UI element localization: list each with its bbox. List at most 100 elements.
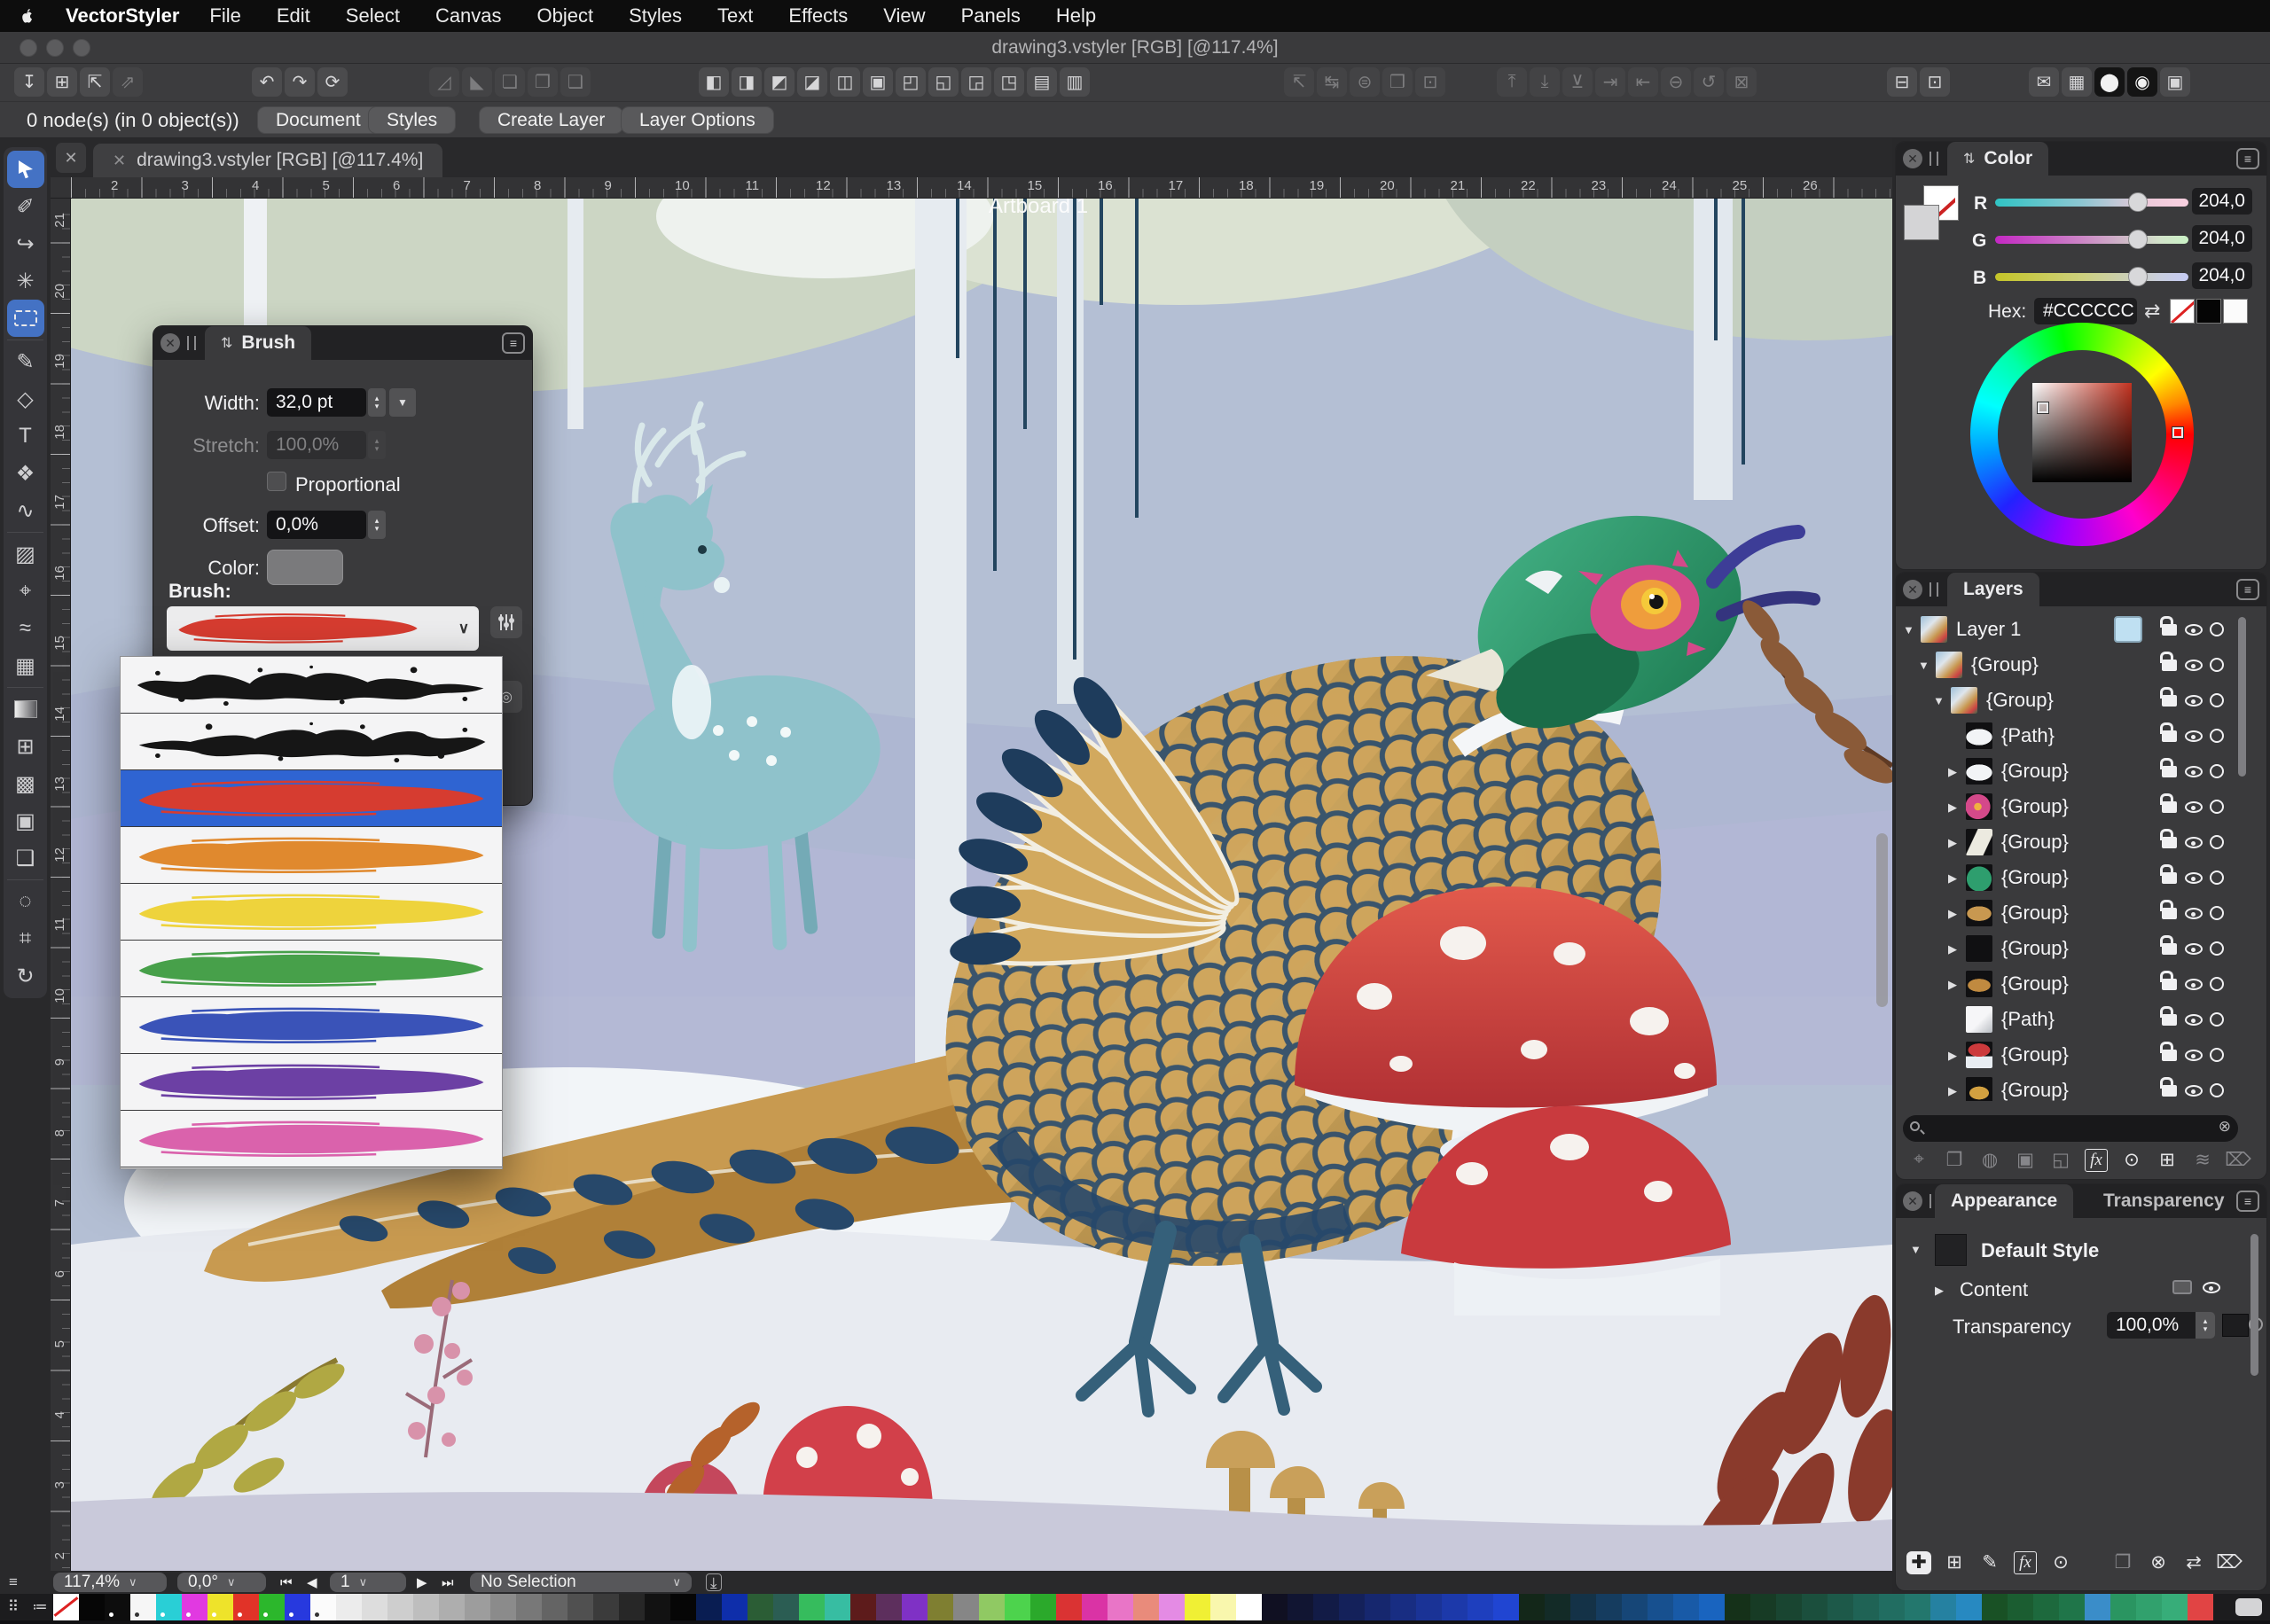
swatch-#da3333[interactable] bbox=[1056, 1594, 1082, 1620]
disclosure-closed-icon[interactable]: ▶ bbox=[1935, 1284, 1944, 1298]
panel-drag-handle[interactable] bbox=[187, 336, 196, 350]
no-color-swatch[interactable] bbox=[2171, 300, 2194, 323]
swatch-#2a9561[interactable] bbox=[2110, 1594, 2136, 1620]
vertical-ruler[interactable]: 21201918171615141312111098765432 bbox=[51, 199, 71, 1571]
menu-file[interactable]: File bbox=[209, 4, 240, 27]
default-style-swatch[interactable] bbox=[1935, 1234, 1967, 1266]
mesh-brush-tool[interactable]: ▨ bbox=[7, 535, 44, 573]
channel-g-value[interactable]: 204,0 bbox=[2192, 225, 2252, 252]
style-delete-icon[interactable]: ⌦ bbox=[2211, 1551, 2247, 1573]
horizontal-ruler[interactable]: 2345678910111213141516171819202122232425… bbox=[51, 177, 1892, 199]
width-dropdown[interactable]: ▼ bbox=[389, 388, 416, 417]
menu-effects[interactable]: Effects bbox=[788, 4, 848, 27]
pin-tool[interactable]: ⌖ bbox=[7, 573, 44, 610]
brush-panel-tab[interactable]: ⇅ Brush bbox=[205, 326, 311, 360]
panel-drag-handle[interactable] bbox=[1930, 152, 1938, 166]
swatch-#da33a5[interactable] bbox=[1082, 1594, 1108, 1620]
swatch-#868686[interactable] bbox=[953, 1594, 979, 1620]
channel-r-slider[interactable] bbox=[1995, 199, 2188, 207]
target-circle-icon[interactable] bbox=[2210, 1048, 2224, 1062]
pixel-preview-button[interactable]: ▦ bbox=[2062, 67, 2092, 97]
width-input[interactable]: 32,0 pt bbox=[267, 388, 366, 417]
style-swap-icon[interactable]: ⇄ bbox=[2176, 1551, 2211, 1573]
layers-scrollbar[interactable] bbox=[2238, 617, 2246, 777]
channel-b-slider[interactable] bbox=[1995, 273, 2188, 281]
eye-icon[interactable] bbox=[2185, 1014, 2203, 1026]
swatch-#f6f6f6[interactable] bbox=[130, 1594, 156, 1620]
swatch-#216d61[interactable] bbox=[1879, 1594, 1905, 1620]
swatch-#37ad79[interactable] bbox=[2162, 1594, 2188, 1620]
curve-tool[interactable]: ↪ bbox=[7, 225, 44, 262]
zoom-level-dropdown[interactable]: 117,4%∨ bbox=[53, 1573, 167, 1592]
lock-icon[interactable] bbox=[2162, 766, 2177, 777]
swatch-#143247[interactable] bbox=[1570, 1594, 1596, 1620]
swatch-#101022[interactable] bbox=[1262, 1594, 1288, 1620]
swatch-#132719[interactable] bbox=[1519, 1594, 1545, 1620]
mesh-tool[interactable]: ⊞ bbox=[7, 728, 44, 765]
swatch-#f9f7ad[interactable] bbox=[1210, 1594, 1236, 1620]
lock-icon[interactable] bbox=[2162, 801, 2177, 813]
swatch-#164677[interactable] bbox=[1622, 1594, 1648, 1620]
layer-snapshot-icon[interactable]: ⊙ bbox=[2114, 1149, 2149, 1172]
proportional-checkbox[interactable] bbox=[267, 472, 286, 491]
swatch-#787878[interactable] bbox=[516, 1594, 542, 1620]
brush-item-black-splatter-1[interactable] bbox=[121, 657, 502, 714]
target-circle-icon[interactable] bbox=[2210, 764, 2224, 778]
eye-icon[interactable] bbox=[2185, 730, 2203, 742]
transparency-value-input[interactable]: 100,0% bbox=[2107, 1312, 2196, 1339]
redo-button[interactable]: ↷ bbox=[285, 67, 315, 97]
saturation-value-square[interactable] bbox=[2032, 383, 2132, 482]
swatch-#2ba92b[interactable] bbox=[1030, 1594, 1056, 1620]
swatch-#37bda2[interactable] bbox=[825, 1594, 850, 1620]
close-panel-icon[interactable]: ✕ bbox=[160, 333, 180, 353]
swatch-#e975c7[interactable] bbox=[1108, 1594, 1133, 1620]
swatch-#1b4f3d[interactable] bbox=[1802, 1594, 1828, 1620]
swatch-#7f31c5[interactable] bbox=[902, 1594, 928, 1620]
next-page-button[interactable]: ▶ bbox=[417, 1573, 427, 1592]
shape-builder-tool[interactable]: ❖ bbox=[7, 455, 44, 492]
tab-close-all-button[interactable]: ✕ bbox=[56, 143, 86, 173]
lasso-tool[interactable]: ≈ bbox=[7, 610, 44, 647]
eye-icon[interactable] bbox=[2203, 1282, 2220, 1293]
bool-crop-button[interactable]: ◱ bbox=[928, 67, 959, 97]
export-document-button[interactable]: ⇱ bbox=[80, 67, 110, 97]
comment-icon[interactable] bbox=[2227, 1594, 2270, 1620]
menu-object[interactable]: Object bbox=[537, 4, 594, 27]
lock-icon[interactable] bbox=[2162, 1014, 2177, 1026]
lock-icon[interactable] bbox=[2162, 1050, 2177, 1061]
pen-tool[interactable]: ✎ bbox=[7, 343, 44, 380]
warp-tool[interactable]: ∿ bbox=[7, 492, 44, 529]
toggle-right-panels-button[interactable]: ⊡ bbox=[1920, 67, 1950, 97]
target-circle-icon[interactable] bbox=[2210, 835, 2224, 849]
swatch-#dddddd[interactable] bbox=[362, 1594, 387, 1620]
swatch-#3a8dc9[interactable] bbox=[2085, 1594, 2110, 1620]
lock-icon[interactable] bbox=[2162, 837, 2177, 848]
swatch-#5d2f5d[interactable] bbox=[876, 1594, 902, 1620]
outline-mode-button[interactable]: ◉ bbox=[2127, 67, 2157, 97]
document-tab[interactable]: ✕ drawing3.vstyler [RGB] [@117.4%] bbox=[93, 144, 442, 177]
eye-icon[interactable] bbox=[2185, 908, 2203, 919]
disclosure-closed-icon[interactable]: ▶ bbox=[1948, 871, 1957, 886]
swatch-#646464[interactable] bbox=[542, 1594, 568, 1620]
lock-icon[interactable] bbox=[2162, 660, 2177, 671]
style-snapshot-icon[interactable]: ⊙ bbox=[2043, 1551, 2078, 1574]
style-add-alt-icon[interactable]: ⊞ bbox=[1937, 1551, 1972, 1574]
style-brush-icon[interactable]: ✎ bbox=[1972, 1551, 2008, 1574]
transparency-swatch[interactable] bbox=[2222, 1314, 2249, 1337]
swatch-#31a16d[interactable] bbox=[2136, 1594, 2162, 1620]
brush-item-red-paint[interactable] bbox=[121, 770, 502, 827]
swatch-#e14444[interactable] bbox=[2188, 1594, 2213, 1620]
disclosure-open-icon[interactable]: ▼ bbox=[1918, 659, 1930, 672]
gradient-tool[interactable] bbox=[7, 691, 44, 728]
target-circle-icon[interactable] bbox=[2210, 1083, 2224, 1097]
width-stepper[interactable]: ▴▾ bbox=[368, 388, 386, 417]
text-tool[interactable]: T bbox=[7, 418, 44, 455]
shapes-tool[interactable]: ❑ bbox=[7, 839, 44, 877]
layer-row-12[interactable]: ▶{Group} bbox=[1896, 1037, 2266, 1073]
last-page-button[interactable]: ⏭ bbox=[442, 1573, 454, 1592]
swatch-#0e2eaa[interactable] bbox=[722, 1594, 748, 1620]
layer-options-button[interactable]: Layer Options bbox=[621, 106, 774, 134]
selection-tool[interactable] bbox=[7, 151, 44, 188]
layer-row-6[interactable]: ▶{Group} bbox=[1896, 824, 2266, 860]
swatch-#29cfd6[interactable] bbox=[156, 1594, 182, 1620]
